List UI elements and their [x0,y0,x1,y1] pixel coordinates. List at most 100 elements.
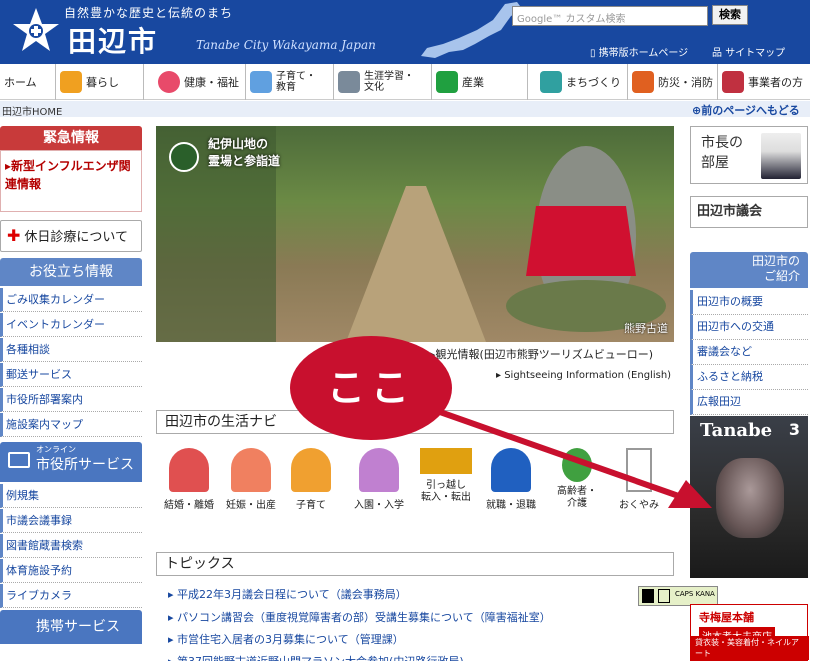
useful-link-facilities[interactable]: 施設案内マップ [0,413,142,437]
site-tagline: 自然豊かな歴史と伝統のまち [64,6,234,20]
nav-education-label: 子育て・ 教育 [276,71,316,93]
wheelchair-icon [562,448,592,482]
online-link-livecam[interactable]: ライブカメラ [0,584,142,608]
life-item-label: 結婚・離婚 [164,500,214,511]
useful-link-consult[interactable]: 各種相談 [0,338,142,362]
topics-heading: トピックス [156,552,674,576]
hero-banner[interactable]: 紀伊山地の 霊場と参詣道 熊野古道 [156,126,674,342]
fruit-icon [436,71,458,93]
useful-link-events[interactable]: イベントカレンダー [0,313,142,337]
mayor-photo [761,133,801,179]
nav-industry[interactable]: 産業 [432,64,528,100]
sitemap-icon: 品 [712,48,726,59]
nav-home[interactable]: ホーム [0,64,56,100]
life-item-employment[interactable]: 就職・退職 [482,448,540,511]
nav-town[interactable]: まちづくり [536,64,628,100]
holiday-clinic-button[interactable]: ✚ 休日診療について [0,220,142,252]
emergency-box: ▸新型インフルエンザ関連情報 [0,150,142,212]
life-item-label: 引っ越し 転入・転出 [421,480,471,503]
life-item-label: 就職・退職 [486,500,536,511]
topic-link[interactable]: 平成22年3月議会日程について（議会事務局） [168,586,407,602]
search-input[interactable]: Google™ カスタム検索 [512,6,708,26]
mobile-site-link[interactable]: ▯ 携帯版ホームページ [590,44,688,59]
sightseeing-english-link[interactable]: ▸ Sightseeing Information (English) [496,370,671,381]
handshake-icon [491,448,531,492]
mayor-room-button[interactable]: 市長の 部屋 [690,126,808,184]
intro-link-overview[interactable]: 田辺市の概要 [690,290,808,315]
plus-icon: ✚ [7,226,21,245]
stroller-icon [291,448,331,492]
hero-caption: 熊野古道 [624,322,668,335]
fire-icon [632,71,654,93]
online-services-heading: オンライン 市役所サービス [0,442,142,482]
tourism-link[interactable]: ▸観光情報(田辺市熊野ツーリズムビューロー) [430,346,653,362]
city-intro-title: 田辺市の ご紹介 [751,254,800,283]
city-council-button[interactable]: 田辺市議会 [690,196,808,228]
breadcrumb-bar: 田辺市HOME ⊕前のページへもどる [0,101,827,118]
life-item-childcare[interactable]: 子育て [282,448,340,511]
koho-tanabe-cover[interactable]: Tanabe 3 [690,416,808,578]
online-link-gym[interactable]: 体育施設予約 [0,559,142,583]
heart-icon [158,71,180,93]
city-intro-heading: 田辺市の ご紹介 [690,252,808,288]
annotation-bubble: ここ [290,336,452,440]
intro-link-access[interactable]: 田辺市への交通 [690,315,808,340]
online-link-reiki[interactable]: 例規集 [0,484,142,508]
city-emblem-icon[interactable] [12,6,60,54]
computer-icon [8,452,30,468]
life-item-bereavement[interactable]: おくやみ [610,448,668,511]
page-right-edge [810,0,827,661]
nav-disaster[interactable]: 防災・消防 [628,64,718,100]
nav-culture[interactable]: 生涯学習・ 文化 [334,64,432,100]
online-link-library[interactable]: 図書館蔵書検索 [0,534,142,558]
useful-link-departments[interactable]: 市役所部署案内 [0,388,142,412]
nav-health-label: 健康・福祉 [184,76,239,89]
nav-town-label: まちづくり [566,76,621,89]
search-placeholder: Google™ カスタム検索 [517,14,626,25]
prev-page-link[interactable]: ⊕前のページへもどる [692,102,800,118]
sitemap-link[interactable]: 品 サイトマップ [712,44,785,59]
nav-health[interactable]: 健康・福祉 [154,64,246,100]
life-item-school[interactable]: 入園・入学 [350,448,408,511]
life-item-moving[interactable]: 引っ越し 転入・転出 [416,448,476,504]
city-intro-list: 田辺市の概要 田辺市への交通 審議会など ふるさと納税 広報田辺 [690,290,808,415]
hero-badge-line1: 紀伊山地の [208,137,269,151]
holiday-clinic-label: 休日診療について [24,230,129,245]
nav-business[interactable]: 事業者の方 [718,64,810,100]
nav-education[interactable]: 子育て・ 教育 [246,64,334,100]
life-item-label: 妊娠・出産 [226,500,276,511]
topic-link[interactable]: パソコン講習会（重度視覚障害者の部）受講生募集について（障害福祉室） [168,609,551,625]
life-item-pregnancy[interactable]: 妊娠・出産 [222,448,280,511]
hero-badge-text: 紀伊山地の 霊場と参詣道 [208,136,280,170]
life-item-label: 高齢者・ 介護 [557,486,597,509]
main-nav: ホーム 暮らし 健康・福祉 子育て・ 教育 生涯学習・ 文化 産業 まちづくり … [0,64,827,100]
banner-ad[interactable]: 寺梅屋本舗 池本孝太夫商店 貸衣装・美容着付・ネイルアート [690,604,809,661]
intro-link-councils[interactable]: 審議会など [690,340,808,365]
sitemap-label: サイトマップ [725,48,786,59]
house-icon [60,71,82,93]
useful-link-garbage[interactable]: ごみ収集カレンダー [0,288,142,312]
online-link-minutes[interactable]: 市議会議事録 [0,509,142,533]
mobile-services-heading[interactable]: 携帯サービス [0,610,142,644]
nav-industry-label: 産業 [462,76,484,89]
life-item-marriage[interactable]: 結婚・離婚 [160,448,218,511]
topic-link[interactable]: 第37回能野古道近野山間マラソン大会参加(中辺路行政局) [168,653,464,661]
emergency-heading: 緊急情報 [0,126,142,150]
life-item-elderly[interactable]: 高齢者・ 介護 [548,448,606,510]
site-title[interactable]: 田辺市 [68,20,158,60]
intro-link-furusato[interactable]: ふるさと納税 [690,365,808,390]
breadcrumb[interactable]: 田辺市HOME [2,103,62,118]
nav-living[interactable]: 暮らし [56,64,144,100]
emergency-flu-link[interactable]: ▸新型インフルエンザ関連情報 [5,159,131,191]
life-item-label: おくやみ [619,500,659,511]
topic-link[interactable]: 市営住宅入居者の3月募集について（管理課） [168,631,404,647]
online-services-list: 例規集 市議会議事録 図書館蔵書検索 体育施設予約 ライブカメラ [0,484,142,609]
nav-culture-label: 生涯学習・ 文化 [364,71,414,93]
ad-title: 寺梅屋本舗 [699,611,754,624]
useful-link-mail[interactable]: 郵送サービス [0,363,142,387]
intro-link-koho[interactable]: 広報田辺 [690,390,808,415]
tombstone-icon [626,448,652,492]
ad-services: 貸衣装・美容着付・ネイルアート [691,636,809,660]
briefcase-icon [722,71,744,93]
search-button[interactable]: 検索 [712,5,748,25]
